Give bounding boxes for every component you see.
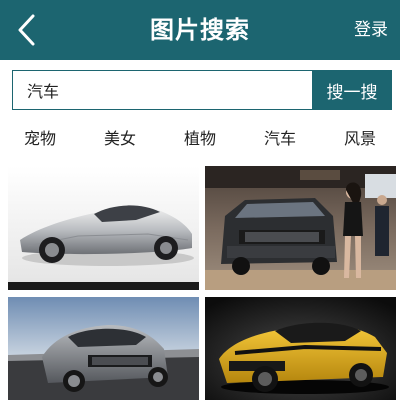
tab-beauty[interactable]: 美女 <box>80 118 160 160</box>
result-image-yellow-sports-car[interactable] <box>205 297 396 400</box>
tab-pets[interactable]: 宠物 <box>0 118 80 160</box>
back-button[interactable] <box>10 10 42 50</box>
page-title: 图片搜索 <box>150 16 250 44</box>
chevron-left-icon <box>18 14 35 46</box>
app-header: 图片搜索 登录 <box>0 0 400 60</box>
result-image-grey-sedan[interactable] <box>8 297 199 400</box>
search-bar: 搜一搜 <box>12 70 392 110</box>
tab-cars[interactable]: 汽车 <box>240 118 320 160</box>
tab-scenery[interactable]: 风景 <box>320 118 400 160</box>
result-image-auto-show-suv[interactable] <box>205 166 396 290</box>
search-input[interactable] <box>12 70 312 110</box>
result-image-silver-sports-car[interactable] <box>8 166 199 290</box>
login-button[interactable]: 登录 <box>354 0 388 60</box>
category-tabs: 宠物 美女 植物 汽车 风景 <box>0 118 400 160</box>
yellow-sports-car-image <box>205 297 396 400</box>
auto-show-suv-image <box>205 166 396 290</box>
silver-sports-car-image <box>8 166 199 290</box>
tab-plants[interactable]: 植物 <box>160 118 240 160</box>
grey-sedan-image <box>8 297 199 400</box>
search-button[interactable]: 搜一搜 <box>312 70 392 110</box>
image-results-grid <box>0 0 400 400</box>
